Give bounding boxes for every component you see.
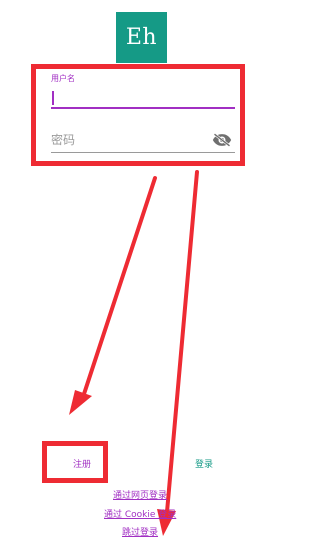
register-button[interactable]: 注册 (62, 455, 102, 471)
password-input[interactable] (51, 128, 211, 152)
eye-off-icon[interactable] (212, 133, 232, 147)
text-cursor (52, 91, 54, 105)
web-login-link[interactable]: 通过网页登录 (113, 488, 167, 501)
login-button[interactable]: 登录 (186, 455, 222, 471)
username-input[interactable] (51, 87, 235, 107)
app-logo-text: Eh (125, 25, 158, 50)
skip-login-link[interactable]: 跳过登录 (122, 525, 158, 538)
username-label: 用户名 (51, 74, 75, 83)
username-field[interactable]: 用户名 (51, 73, 235, 111)
app-logo: Eh (116, 12, 167, 63)
username-underline (51, 107, 235, 109)
password-field[interactable] (51, 128, 235, 154)
cookie-login-link[interactable]: 通过 Cookie 登录 (104, 507, 176, 520)
annotation-arrow-skip (157, 170, 199, 536)
password-underline (51, 152, 235, 153)
annotation-arrow-register (69, 176, 157, 415)
